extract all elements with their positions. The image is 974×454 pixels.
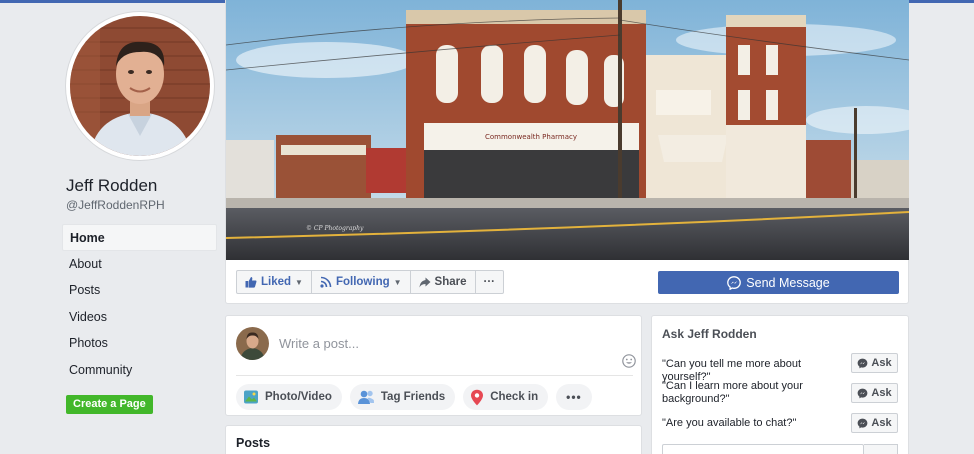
more-dots-icon: ··· — [483, 276, 496, 288]
messenger-icon — [858, 418, 868, 428]
profile-picture[interactable] — [66, 12, 214, 160]
location-pin-icon — [471, 389, 484, 405]
messenger-icon — [727, 275, 742, 290]
liked-button[interactable]: Liked ▼ — [236, 270, 312, 294]
ask-question: "Are you available to chat?" — [662, 417, 797, 429]
send-message-button[interactable]: Send Message — [658, 271, 899, 294]
nav-item-photos[interactable]: Photos — [62, 330, 217, 357]
composer-avatar-photo — [236, 327, 269, 360]
ask-button[interactable]: Ask — [851, 413, 898, 433]
check-in-label: Check in — [490, 391, 539, 403]
send-message-label: Send Message — [746, 275, 830, 290]
photo-video-button[interactable]: Photo/Video — [236, 384, 342, 410]
nav-item-about[interactable]: About — [62, 251, 217, 278]
ask-question-input[interactable] — [662, 444, 864, 454]
tag-friends-icon — [357, 390, 374, 404]
ask-send-button[interactable] — [864, 444, 898, 454]
photo-icon — [244, 390, 258, 404]
ask-button-label: Ask — [871, 417, 892, 429]
storefront-sign: Commonwealth Pharmacy — [485, 133, 577, 141]
posts-section: Posts — [225, 425, 642, 454]
nav-item-posts[interactable]: Posts — [62, 277, 217, 304]
messenger-icon — [858, 358, 868, 368]
messenger-icon — [858, 388, 868, 398]
check-in-button[interactable]: Check in — [463, 384, 549, 410]
write-post-input[interactable]: Write a post... — [279, 336, 359, 351]
ask-button-label: Ask — [871, 357, 892, 369]
page-handle[interactable]: @JeffRoddenRPH — [66, 198, 165, 212]
following-button[interactable]: Following ▼ — [311, 270, 411, 294]
page-name[interactable]: Jeff Rodden — [66, 176, 157, 196]
more-options-button[interactable]: ••• — [556, 384, 592, 410]
share-label: Share — [434, 276, 467, 288]
tag-friends-label: Tag Friends — [380, 391, 446, 403]
ask-card: Ask Jeff Rodden "Can you tell me more ab… — [651, 315, 909, 454]
nav-item-community[interactable]: Community — [62, 357, 217, 384]
create-page-button[interactable]: Create a Page — [66, 395, 153, 414]
photo-watermark: © CP Photography — [306, 225, 364, 232]
rss-icon — [320, 276, 332, 288]
page-actions: Liked ▼ Following ▼ Share ··· — [236, 270, 505, 294]
nav-item-videos[interactable]: Videos — [62, 304, 217, 331]
composer-avatar — [236, 327, 269, 360]
more-actions-button[interactable]: ··· — [475, 270, 505, 294]
cover-photo-image: Commonwealth Pharmacy © CP Photography — [226, 0, 909, 260]
share-arrow-icon — [419, 277, 431, 287]
following-label: Following — [335, 276, 390, 288]
posts-heading: Posts — [236, 436, 271, 450]
photo-video-label: Photo/Video — [265, 391, 332, 403]
profile-photo — [70, 16, 210, 156]
more-dots-icon: ••• — [566, 390, 582, 404]
composer-divider — [236, 375, 633, 376]
page-nav: Home About Posts Videos Photos Community — [62, 224, 217, 383]
thumbs-up-icon — [245, 277, 257, 288]
composer-options: Photo/Video Tag Friends Check in ••• — [236, 384, 592, 410]
ask-title: Ask Jeff Rodden — [662, 327, 757, 341]
cover-card: Commonwealth Pharmacy © CP Photography L… — [225, 0, 909, 304]
liked-label: Liked — [261, 276, 292, 288]
post-composer: Write a post... Photo/Video Tag Friends — [225, 315, 642, 416]
ask-question: "Can I learn more about your background?… — [662, 380, 803, 405]
nav-item-home[interactable]: Home — [62, 224, 217, 251]
emoji-icon[interactable] — [622, 354, 636, 368]
tag-friends-button[interactable]: Tag Friends — [349, 384, 456, 410]
cover-photo[interactable]: Commonwealth Pharmacy © CP Photography — [226, 0, 909, 260]
chevron-down-icon: ▼ — [393, 277, 402, 287]
ask-button[interactable]: Ask — [851, 353, 898, 373]
chevron-down-icon: ▼ — [295, 277, 303, 287]
ask-button-label: Ask — [871, 387, 892, 399]
ask-button[interactable]: Ask — [851, 383, 898, 403]
share-button[interactable]: Share — [410, 270, 476, 294]
